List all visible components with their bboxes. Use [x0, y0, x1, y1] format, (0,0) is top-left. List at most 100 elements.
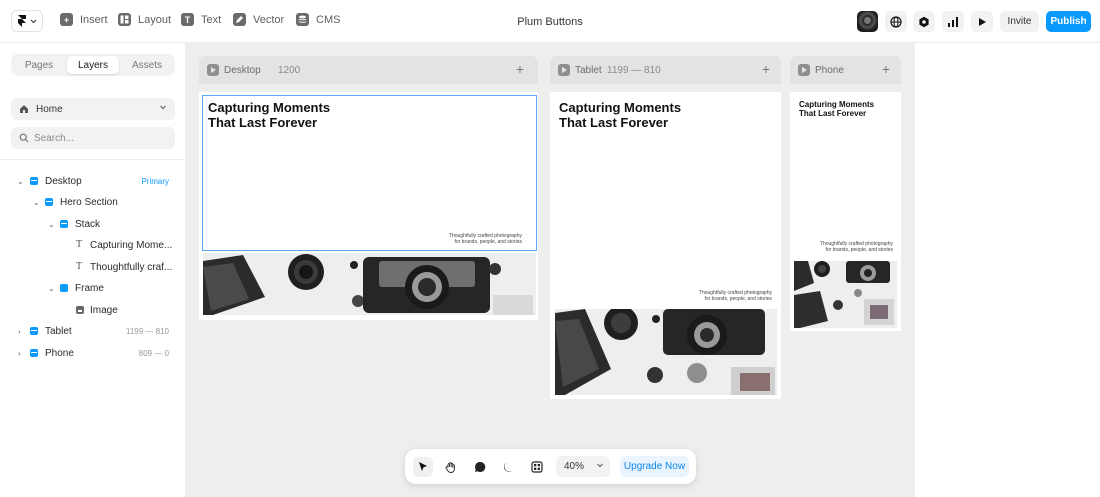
frame-icon	[60, 284, 68, 292]
layout-label: Layout	[138, 13, 172, 26]
chevron-down-icon[interactable]: ⌄	[48, 220, 55, 229]
hero-image[interactable]	[555, 309, 777, 395]
layer-phone[interactable]: › Phone 809 — 0	[0, 343, 185, 363]
hero-title-line: Capturing Moments	[559, 100, 682, 115]
zoom-select[interactable]: 40%	[556, 456, 610, 477]
cms-label: CMS	[316, 13, 341, 26]
stack-icon	[30, 327, 38, 335]
phone-frame[interactable]: Capturing Moments That Last Forever Thou…	[790, 92, 901, 331]
invite-button[interactable]: Invite	[1000, 11, 1039, 32]
analytics-button[interactable]	[942, 11, 964, 32]
tab-pages[interactable]: Pages	[13, 56, 65, 74]
cms-button[interactable]: CMS	[296, 13, 340, 26]
avatar[interactable]	[857, 11, 878, 32]
layer-tablet[interactable]: › Tablet 1199 — 810	[0, 321, 185, 341]
tab-assets[interactable]: Assets	[121, 56, 173, 74]
layer-name: Image	[90, 304, 118, 316]
page-selector[interactable]: Home	[11, 98, 175, 120]
chevron-right-icon[interactable]: ›	[18, 349, 21, 358]
breakpoint-header-phone[interactable]: Phone +	[790, 56, 901, 84]
framer-menu-button[interactable]	[11, 10, 43, 32]
primary-badge: Primary	[141, 176, 169, 186]
hero-title-line: Capturing Moments	[208, 100, 331, 115]
hero-subtitle[interactable]: Thoughtfully crafted photography for bra…	[449, 233, 522, 246]
layout-button[interactable]: Layout	[118, 13, 171, 26]
hero-title-line: Capturing Moments	[799, 100, 875, 109]
hand-tool-button[interactable]	[441, 457, 461, 477]
plugins-button[interactable]	[913, 11, 935, 32]
pen-icon	[233, 13, 246, 26]
chevron-down-icon	[160, 105, 166, 110]
hexagon-icon	[919, 16, 929, 27]
theme-toggle-button[interactable]	[499, 457, 519, 477]
chevron-down-icon[interactable]: ⌄	[17, 177, 24, 186]
hero-subtitle-line: for brands, people, and stories	[825, 247, 893, 254]
right-panel	[915, 43, 1100, 497]
grid-icon	[531, 461, 543, 473]
layer-name: Stack	[75, 218, 101, 230]
home-icon	[20, 105, 28, 113]
layer-desktop[interactable]: ⌄ Desktop Primary	[0, 171, 185, 191]
insert-button[interactable]: + Insert	[60, 13, 108, 26]
layer-name: Phone	[45, 347, 74, 359]
vector-button[interactable]: Vector	[233, 13, 284, 26]
breakpoint-range: 1199 — 810	[126, 326, 169, 336]
breakpoint-name: Desktop	[224, 65, 261, 76]
tablet-frame[interactable]: Capturing Moments That Last Forever Thou…	[550, 92, 781, 399]
publish-button[interactable]: Publish	[1046, 11, 1091, 32]
plus-icon: +	[60, 13, 73, 26]
stack-icon	[45, 198, 53, 206]
chevron-down-icon[interactable]: ⌄	[48, 284, 55, 293]
hero-subtitle[interactable]: Thoughtfully crafted photography for bra…	[820, 241, 893, 254]
layer-text-title[interactable]: T Capturing Mome...	[0, 235, 185, 255]
hero-subtitle[interactable]: Thoughtfully crafted photography for bra…	[699, 290, 772, 303]
hero-title[interactable]: Capturing Moments That Last Forever	[799, 100, 874, 118]
stack-icon	[60, 220, 68, 228]
layer-text-subtitle[interactable]: T Thoughtfully craf...	[0, 257, 185, 277]
preview-button[interactable]	[971, 11, 993, 32]
hero-title[interactable]: Capturing Moments That Last Forever	[208, 100, 331, 131]
search-icon	[19, 133, 29, 143]
layer-image[interactable]: Image	[0, 300, 185, 320]
camera-photo	[794, 261, 897, 328]
hero-title[interactable]: Capturing Moments That Last Forever	[559, 100, 682, 131]
text-button[interactable]: T Text	[181, 13, 221, 26]
add-breakpoint-icon[interactable]: +	[512, 62, 528, 78]
tab-layers[interactable]: Layers	[67, 56, 119, 74]
panel-tabs: Pages Layers Assets	[11, 54, 175, 76]
breakpoint-header-tablet[interactable]: Tablet 1199 — 810 +	[550, 56, 781, 84]
play-icon[interactable]	[798, 64, 810, 76]
layer-name: Thoughtfully craf...	[90, 261, 172, 273]
add-breakpoint-icon[interactable]: +	[878, 62, 894, 78]
desktop-frame[interactable]: Capturing Moments That Last Forever Thou…	[199, 92, 538, 320]
comment-tool-button[interactable]	[470, 457, 490, 477]
chevron-down-icon[interactable]: ⌄	[33, 198, 40, 207]
insert-label: Insert	[80, 13, 108, 26]
play-icon[interactable]	[558, 64, 570, 76]
breakpoint-name: Tablet	[575, 65, 602, 76]
text-icon: T	[181, 13, 194, 26]
canvas-toolbar: 40% Upgrade Now	[405, 449, 696, 484]
breakpoint-header-desktop[interactable]: Desktop 1200 +	[199, 56, 538, 84]
chevron-right-icon[interactable]: ›	[18, 327, 21, 336]
select-tool-button[interactable]	[413, 457, 433, 477]
layer-hero-section[interactable]: ⌄ Hero Section	[0, 192, 185, 212]
add-breakpoint-icon[interactable]: +	[758, 62, 774, 78]
layer-name: Capturing Mome...	[90, 239, 172, 251]
search-input[interactable]	[34, 131, 164, 145]
upgrade-button[interactable]: Upgrade Now	[620, 456, 689, 477]
layer-name: Hero Section	[60, 196, 118, 208]
zoom-value: 40%	[564, 461, 585, 472]
hero-image[interactable]	[203, 253, 536, 315]
site-settings-button[interactable]	[885, 11, 907, 32]
layer-stack[interactable]: ⌄ Stack	[0, 214, 185, 234]
components-button[interactable]	[527, 457, 547, 477]
camera-photo	[203, 253, 536, 315]
stack-icon	[30, 177, 38, 185]
text-layer-icon: T	[76, 239, 83, 250]
text-label: Text	[201, 13, 222, 26]
hero-image[interactable]	[794, 261, 897, 328]
canvas[interactable]: Desktop 1200 + Capturing Moments That La…	[186, 43, 915, 497]
play-icon[interactable]	[207, 64, 219, 76]
layer-frame[interactable]: ⌄ Frame	[0, 278, 185, 298]
